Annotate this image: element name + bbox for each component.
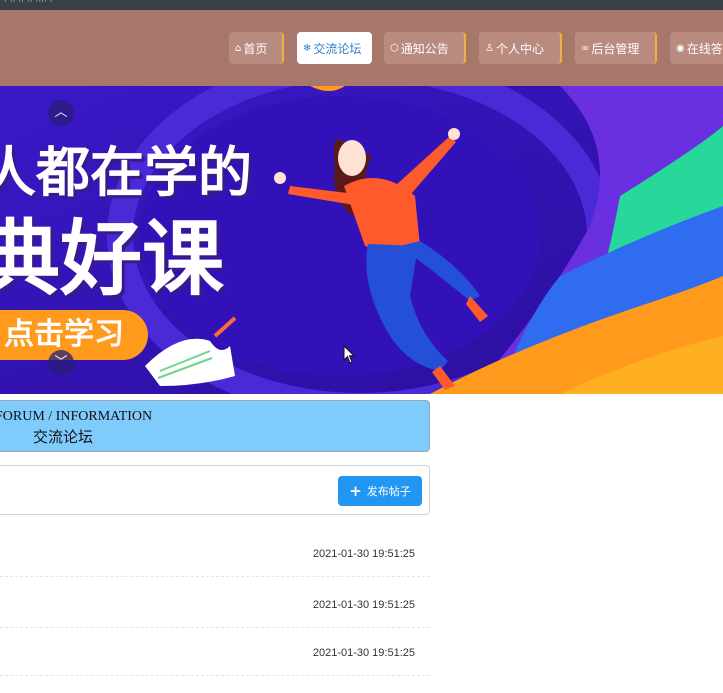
- top-navigation-bar: ⌂ 首页 ❄ 交流论坛 ⬡ 通知公告 ♙ 个人中心 ∞ 后台管理 ◉ 在线答: [0, 10, 723, 86]
- nav-item-label: 首页: [243, 41, 268, 56]
- nav-item-forum[interactable]: ❄ 交流论坛: [297, 32, 372, 64]
- mouse-cursor-icon: [343, 345, 356, 364]
- forum-title-english: FORUM / INFORMATION: [0, 409, 153, 424]
- nav-item-online-answer[interactable]: ◉ 在线答: [670, 32, 723, 64]
- hero-banner[interactable]: 人都在学的 典好课 点击学习 ︿ ﹀: [0, 86, 723, 394]
- post-timestamp: 2021-01-30 19:51:25: [312, 599, 415, 611]
- carousel-next-button[interactable]: ﹀: [48, 350, 74, 376]
- forum-title-chinese: 交流论坛: [33, 430, 94, 446]
- forum-section-header: FORUM / INFORMATION 交流论坛: [0, 400, 430, 452]
- user-icon: ♙: [485, 42, 494, 54]
- browser-title-text: · ·· ·· ·· ···· ·: [4, 0, 53, 7]
- carousel-prev-button[interactable]: ︿: [48, 100, 74, 126]
- nav-item-label: 在线答: [686, 41, 723, 56]
- nav-item-label: 后台管理: [591, 41, 640, 56]
- post-timestamp: 2021-01-30 19:51:25: [312, 647, 415, 659]
- link-icon: ∞: [581, 42, 590, 54]
- circle-check-icon: ◉: [676, 42, 685, 54]
- plus-icon: +: [349, 482, 362, 500]
- nav-item-profile[interactable]: ♙ 个人中心: [479, 32, 562, 64]
- post-list-item[interactable]: 2021-01-30 19:51:25: [0, 529, 430, 577]
- post-list-item[interactable]: 2021-01-30 19:51:25: [0, 628, 430, 676]
- nav-item-label: 个人中心: [495, 41, 544, 56]
- post-list-item[interactable]: 2021-01-30 19:51:25: [0, 580, 430, 628]
- nav-item-home[interactable]: ⌂ 首页: [229, 32, 284, 64]
- banner-cta-button[interactable]: 点击学习: [0, 310, 148, 360]
- snowflake-icon: ❄: [303, 42, 312, 54]
- box-icon: ⬡: [390, 42, 399, 54]
- nav-item-admin[interactable]: ∞ 后台管理: [575, 32, 657, 64]
- publish-post-label: 发布帖子: [366, 485, 411, 498]
- nav-item-notices[interactable]: ⬡ 通知公告: [384, 32, 466, 64]
- publish-post-button[interactable]: + 发布帖子: [338, 476, 422, 506]
- nav-item-label: 通知公告: [400, 41, 449, 56]
- forum-toolbar: + 发布帖子: [0, 465, 430, 515]
- nav-item-label: 交流论坛: [313, 41, 362, 56]
- chevron-down-icon: ﹀: [54, 355, 68, 370]
- browser-title-strip: · ·· ·· ·· ···· ·: [0, 0, 723, 10]
- chevron-up-icon: ︿: [54, 105, 68, 120]
- banner-headline-line2: 典好课: [0, 212, 225, 307]
- post-timestamp: 2021-01-30 19:51:25: [312, 548, 415, 560]
- home-icon: ⌂: [235, 42, 242, 54]
